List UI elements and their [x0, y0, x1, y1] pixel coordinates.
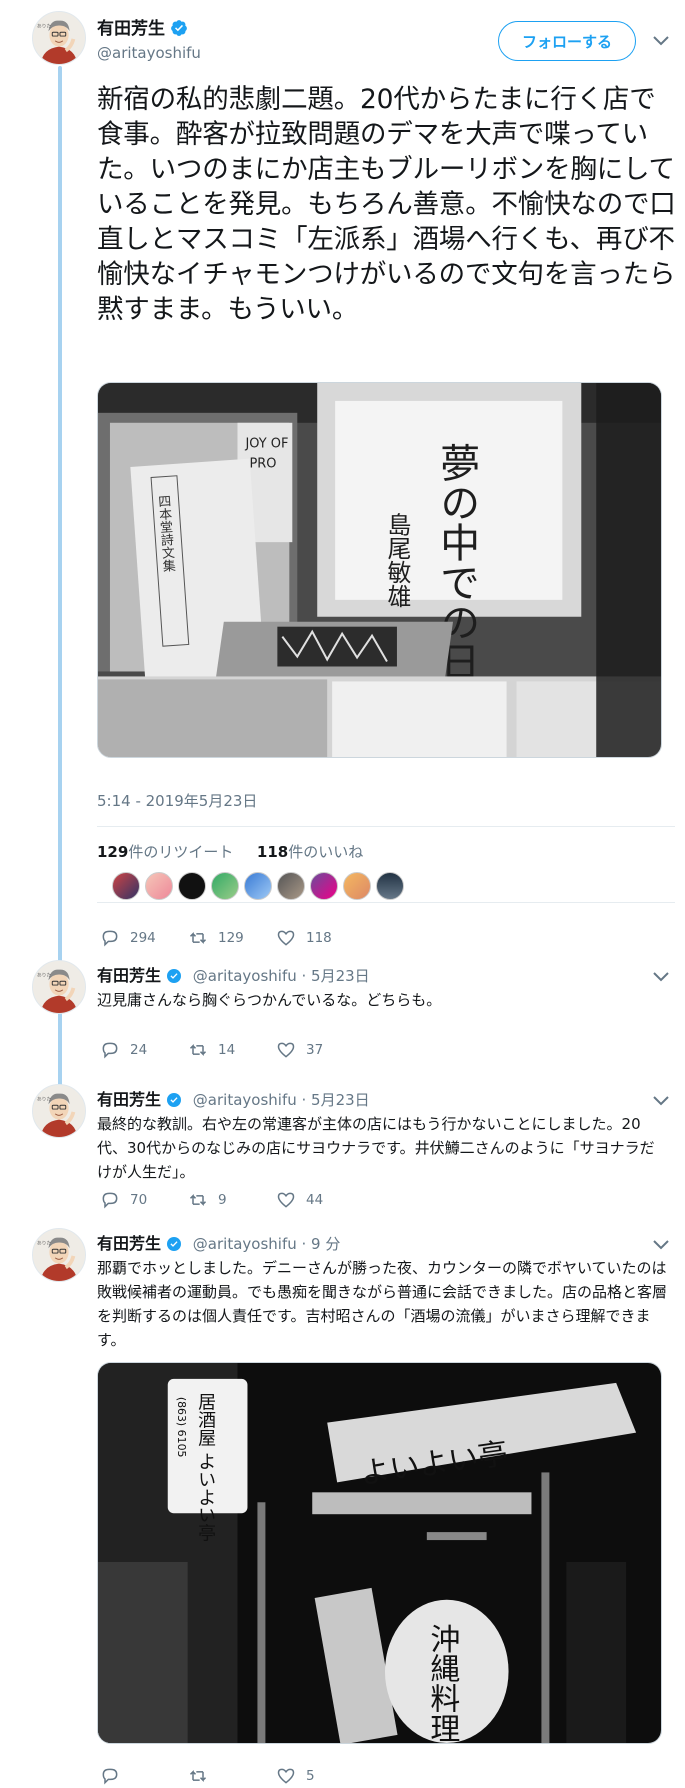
reply-icon	[102, 930, 118, 947]
chevron-down-icon[interactable]	[653, 1096, 669, 1106]
like-count: 5	[306, 1768, 315, 1784]
like-stat[interactable]: 118件のいいね	[257, 843, 363, 861]
reply-icon	[102, 1192, 118, 1209]
liker-avatar[interactable]	[178, 872, 206, 900]
photo-phone-text: (863) 6105	[175, 1397, 188, 1458]
verified-badge-icon	[167, 1093, 182, 1107]
likes-count: 118	[256, 843, 289, 861]
reply-button[interactable]	[100, 1766, 188, 1786]
author-name[interactable]: 有田芳生	[97, 1090, 161, 1109]
like-count: 37	[306, 1042, 324, 1058]
heart-icon	[277, 1192, 295, 1208]
reply-count: 70	[130, 1192, 148, 1208]
divider	[97, 902, 675, 903]
tweet-stats: 129件のリツイート 118件のいいね	[97, 841, 363, 862]
photo-text-joy: JOY OF	[244, 437, 288, 452]
liker-avatar[interactable]	[310, 872, 338, 900]
photo-sign-text: 居酒屋 よいよい亭	[195, 1393, 216, 1542]
tweet-photo[interactable]: 居酒屋 よいよい亭 (863) 6105 よいよい亭 沖縄料理	[97, 1362, 662, 1744]
author-name[interactable]: 有田芳生	[97, 966, 161, 985]
verified-badge-icon	[171, 20, 187, 36]
author-avatar[interactable]	[32, 1084, 86, 1138]
retweet-stat[interactable]: 129件のリツイート	[97, 843, 233, 861]
follow-button[interactable]: フォローする	[498, 21, 636, 61]
author-name: 有田芳生	[97, 19, 165, 39]
retweets-label: 件のリツイート	[128, 843, 234, 861]
reply-text: 最終的な教訓。右や左の常連客が主体の店にはもう行かないことにしました。20代、3…	[97, 1115, 655, 1181]
heart-icon	[277, 1042, 295, 1058]
tweet-photo[interactable]: JOY OF PRO 四本堂詩文集 夢の中での日常 島尾敏雄	[97, 382, 662, 758]
liker-avatar[interactable]	[244, 872, 272, 900]
like-count: 44	[306, 1192, 324, 1208]
tweet-actions: 294 129 118	[100, 928, 364, 948]
reply-text: 那覇でホッとしました。デニーさんが勝った夜、カウンターの隣でボヤいていたのは敗戦…	[97, 1259, 668, 1349]
reply-button[interactable]: 70	[100, 1190, 188, 1210]
tweet-timestamp[interactable]: 5:14 - 2019年5月23日	[97, 790, 257, 811]
retweet-icon	[189, 932, 207, 944]
retweets-count: 129	[97, 843, 129, 861]
likes-label: 件のいいね	[288, 843, 364, 861]
reply-icon	[102, 1768, 118, 1785]
reply-count: 294	[130, 930, 156, 946]
chevron-down-icon[interactable]	[653, 1240, 669, 1250]
author-avatar[interactable]	[32, 11, 86, 65]
liker-avatar[interactable]	[145, 872, 173, 900]
reply-meta[interactable]: @aritayoshifu · 5月23日	[193, 1091, 370, 1109]
tweet-text: 新宿の私的悲劇二題。20代からたまに行く店で食事。酔客が拉致問題のデマを大声で喋…	[97, 84, 676, 325]
reply-count: 24	[130, 1042, 148, 1058]
reply-header: 有田芳生 @aritayoshifu · 9 分	[97, 1230, 340, 1254]
like-button[interactable]: 37	[276, 1040, 364, 1060]
like-button[interactable]: 44	[276, 1190, 364, 1210]
retweet-icon	[189, 1044, 207, 1056]
liker-avatar[interactable]	[211, 872, 239, 900]
verified-badge-icon	[167, 1237, 182, 1251]
like-count: 118	[306, 930, 332, 946]
tweet-actions: 5	[100, 1766, 364, 1786]
author-name-row[interactable]: 有田芳生	[97, 14, 188, 39]
svg-text:PRO: PRO	[249, 457, 276, 472]
liker-avatars	[112, 872, 404, 900]
chevron-down-icon[interactable]	[653, 972, 669, 982]
retweet-count: 9	[218, 1192, 227, 1208]
author-avatar[interactable]	[32, 960, 86, 1014]
retweet-icon	[189, 1194, 207, 1206]
liker-avatar[interactable]	[376, 872, 404, 900]
chevron-down-icon[interactable]	[653, 36, 669, 46]
liker-avatar[interactable]	[343, 872, 371, 900]
thread-line	[58, 66, 62, 1114]
like-button[interactable]: 118	[276, 928, 364, 948]
reply-meta[interactable]: @aritayoshifu · 5月23日	[193, 967, 370, 985]
heart-icon	[277, 930, 295, 946]
author-avatar[interactable]	[32, 1228, 86, 1282]
photo-sign-author: 島尾敏雄	[383, 512, 411, 608]
retweet-count: 129	[218, 930, 244, 946]
retweet-count: 14	[218, 1042, 236, 1058]
author-name[interactable]: 有田芳生	[97, 1234, 161, 1253]
reply-button[interactable]: 294	[100, 928, 188, 948]
retweet-icon	[189, 1770, 207, 1782]
reply-text: 辺見庸さんなら胸ぐらつかんでいるな。どちらも。	[97, 991, 442, 1009]
like-button[interactable]: 5	[276, 1766, 364, 1786]
verified-badge-icon	[167, 969, 182, 983]
retweet-button[interactable]: 9	[188, 1190, 276, 1210]
reply-icon	[102, 1042, 118, 1059]
tweet-actions: 70 9 44	[100, 1190, 364, 1210]
liker-avatar[interactable]	[277, 872, 305, 900]
divider	[97, 826, 675, 827]
heart-icon	[277, 1768, 295, 1784]
reply-button[interactable]: 24	[100, 1040, 188, 1060]
retweet-button[interactable]: 14	[188, 1040, 276, 1060]
photo-lantern-text: 沖縄料理	[424, 1624, 460, 1743]
liker-avatar[interactable]	[112, 872, 140, 900]
tweet-actions: 24 14 37	[100, 1040, 364, 1060]
retweet-button[interactable]: 129	[188, 928, 276, 948]
author-handle[interactable]: @aritayoshifu	[97, 44, 201, 62]
retweet-button[interactable]	[188, 1766, 276, 1786]
reply-meta[interactable]: @aritayoshifu · 9 分	[193, 1235, 341, 1253]
reply-header: 有田芳生 @aritayoshifu · 5月23日	[97, 962, 370, 986]
reply-header: 有田芳生 @aritayoshifu · 5月23日	[97, 1086, 370, 1110]
